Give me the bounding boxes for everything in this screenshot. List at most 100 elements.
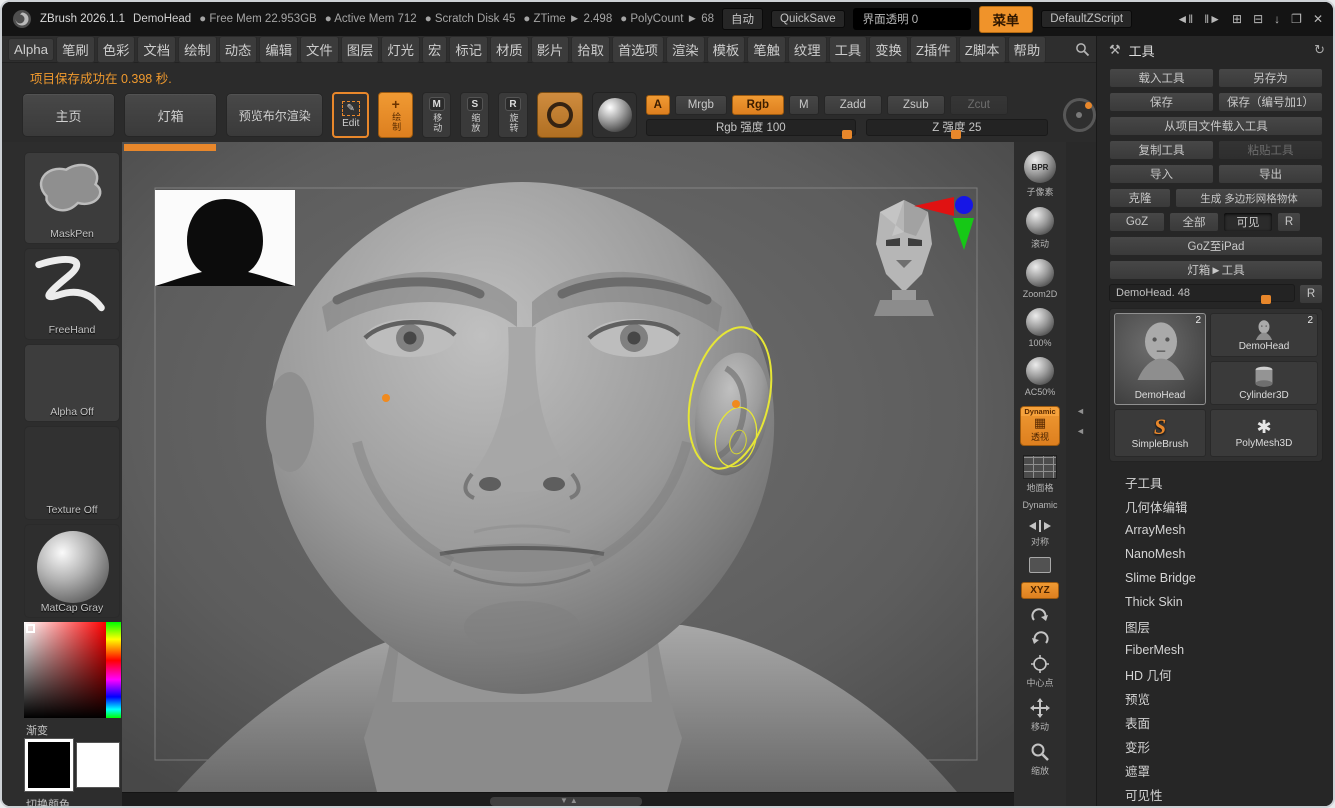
recent-tool-cylinder3d[interactable]: Cylinder3D [1210, 361, 1318, 405]
active-tool-thumbnail[interactable]: 2 DemoHead [1114, 313, 1206, 405]
gradient-label[interactable]: 渐变 [26, 722, 48, 738]
menu-texture[interactable]: 纹理 [788, 36, 827, 63]
mrgb-button[interactable]: Mrgb [675, 95, 727, 115]
scale-button[interactable]: S 缩放 [460, 92, 489, 138]
menu-transform[interactable]: 变换 [869, 36, 908, 63]
load-tool-button[interactable]: 载入工具 [1109, 68, 1214, 88]
menu-macro[interactable]: 宏 [422, 36, 447, 63]
move-canvas-button[interactable]: 移动 [1030, 698, 1050, 733]
menu-help[interactable]: 帮助 [1008, 36, 1047, 63]
material-selector[interactable]: MatCap Gray [24, 524, 120, 618]
menu-render[interactable]: 渲染 [666, 36, 705, 63]
menu-brush[interactable]: 笔刷 [56, 36, 95, 63]
main-color-swatch[interactable] [24, 738, 74, 792]
active-tool-slider[interactable]: DemoHead. 48 [1109, 284, 1295, 302]
menu-edit[interactable]: 编辑 [259, 36, 298, 63]
texture-selector[interactable]: Texture Off [24, 426, 120, 520]
menu-stroke[interactable]: 笔触 [747, 36, 786, 63]
section-deformation[interactable]: 变形 [1109, 734, 1323, 758]
save-numbered-button[interactable]: 保存（编号加1） [1218, 92, 1323, 112]
restore-configuration-icon[interactable]: ↻ [1314, 42, 1325, 58]
section-visibility[interactable]: 可见性 [1109, 782, 1323, 806]
menu-preferences[interactable]: 首选项 [612, 36, 664, 63]
section-masking[interactable]: 遮罩 [1109, 758, 1323, 782]
subpixel-label[interactable]: 子像素 [1026, 185, 1053, 198]
menu-button[interactable]: 菜单 [979, 6, 1034, 33]
section-thick-skin[interactable]: Thick Skin [1109, 590, 1323, 614]
recent-tool-polymesh3d[interactable]: ✱ PolyMesh3D [1210, 409, 1318, 457]
menu-file[interactable]: 文件 [300, 36, 339, 63]
zscript-button[interactable]: DefaultZScript [1041, 10, 1132, 28]
section-fibermesh[interactable]: FiberMesh [1109, 638, 1323, 662]
save-button[interactable]: 保存 [1109, 92, 1214, 112]
dock-left-icon[interactable]: ⊞ [1232, 12, 1242, 26]
goz-ipad-button[interactable]: GoZ至iPad [1109, 236, 1323, 256]
draw-button[interactable]: + 绘制 [378, 92, 413, 138]
menu-marker[interactable]: 标记 [449, 36, 488, 63]
z-slider-handle[interactable] [951, 130, 961, 139]
aahalf-button[interactable]: AC50% [1025, 357, 1056, 397]
stroke-selector[interactable]: FreeHand [24, 248, 120, 340]
current-material-button[interactable] [592, 92, 637, 138]
saturation-square[interactable] [24, 622, 106, 718]
hide-right-tray-icon[interactable]: ‖► [1204, 12, 1221, 26]
hide-left-tray-icon[interactable]: ◄‖ [1176, 12, 1193, 26]
zadd-button[interactable]: Zadd [824, 95, 882, 115]
recent-tool-simplebrush[interactable]: S SimpleBrush [1114, 409, 1206, 457]
section-surface[interactable]: 表面 [1109, 710, 1323, 734]
quicksave-button[interactable]: QuickSave [771, 10, 845, 28]
menu-light[interactable]: 灯光 [381, 36, 420, 63]
autosave-button[interactable]: 自动 [722, 8, 763, 30]
menu-material[interactable]: 材质 [490, 36, 529, 63]
active-tool-slider-handle[interactable] [1261, 295, 1271, 304]
zcut-button[interactable]: Zcut [950, 95, 1008, 115]
close-icon[interactable]: ✕ [1313, 12, 1323, 26]
section-subtool[interactable]: 子工具 [1109, 470, 1323, 494]
picker-cursor[interactable] [26, 624, 35, 633]
set-pivot-button[interactable]: 中心点 [1026, 654, 1053, 689]
color-picker[interactable] [24, 622, 121, 718]
menu-dynamics[interactable]: 动态 [219, 36, 258, 63]
menu-alpha[interactable]: Alpha [8, 38, 54, 61]
goz-all-button[interactable]: 全部 [1169, 212, 1219, 232]
clone-button[interactable]: 克隆 [1109, 188, 1171, 208]
section-nanomesh[interactable]: NanoMesh [1109, 542, 1323, 566]
brush-selector[interactable]: MaskPen [24, 152, 120, 244]
axis-z-dot[interactable] [955, 196, 973, 214]
hue-bar[interactable] [106, 622, 121, 718]
zoom2d-button[interactable]: Zoom2D [1023, 259, 1058, 299]
canvas-scroll-arrows-icon[interactable]: ▼▲ [560, 796, 580, 805]
viewport-canvas[interactable] [122, 142, 1014, 792]
m-button[interactable]: M [789, 95, 819, 115]
transparency-button[interactable] [1029, 557, 1051, 573]
switch-color-label[interactable]: 切换颜色 [26, 796, 70, 808]
menu-zscript[interactable]: Z脚本 [959, 36, 1006, 63]
rgb-button[interactable]: Rgb [732, 95, 784, 115]
home-button[interactable]: 主页 [22, 93, 115, 137]
move-button[interactable]: M 移动 [422, 92, 451, 138]
scroll-doc-button[interactable]: 滚动 [1026, 207, 1054, 250]
minimize-icon[interactable]: ↓ [1274, 12, 1280, 26]
lightbox-button[interactable]: 灯箱 [124, 93, 217, 137]
secondary-color-swatch[interactable] [76, 742, 120, 788]
rgb-intensity-slider[interactable]: Rgb 强度 100 [646, 119, 856, 136]
current-brush-button[interactable] [537, 92, 584, 138]
menu-document[interactable]: 文档 [137, 36, 176, 63]
save-as-button[interactable]: 另存为 [1218, 68, 1323, 88]
ui-opacity-field[interactable]: 界面透明 0 [853, 8, 971, 30]
section-slime-bridge[interactable]: Slime Bridge [1109, 566, 1323, 590]
menu-tool[interactable]: 工具 [829, 36, 868, 63]
section-geometry[interactable]: 几何体编辑 [1109, 494, 1323, 518]
menu-color[interactable]: 色彩 [97, 36, 136, 63]
xyz-symmetry-button[interactable]: XYZ [1021, 582, 1058, 599]
import-button[interactable]: 导入 [1109, 164, 1214, 184]
dynamic-mode-label[interactable]: Dynamic [1022, 500, 1057, 510]
zsub-button[interactable]: Zsub [887, 95, 945, 115]
dock-right-icon[interactable]: ⊟ [1253, 12, 1263, 26]
menu-search-icon[interactable] [1075, 42, 1090, 57]
menu-layer[interactable]: 图层 [341, 36, 380, 63]
export-button[interactable]: 导出 [1218, 164, 1323, 184]
goz-r-button[interactable]: R [1277, 212, 1301, 232]
divider-arrow2-icon[interactable]: ◄ [1076, 426, 1085, 436]
section-hd-geometry[interactable]: HD 几何 [1109, 662, 1323, 686]
